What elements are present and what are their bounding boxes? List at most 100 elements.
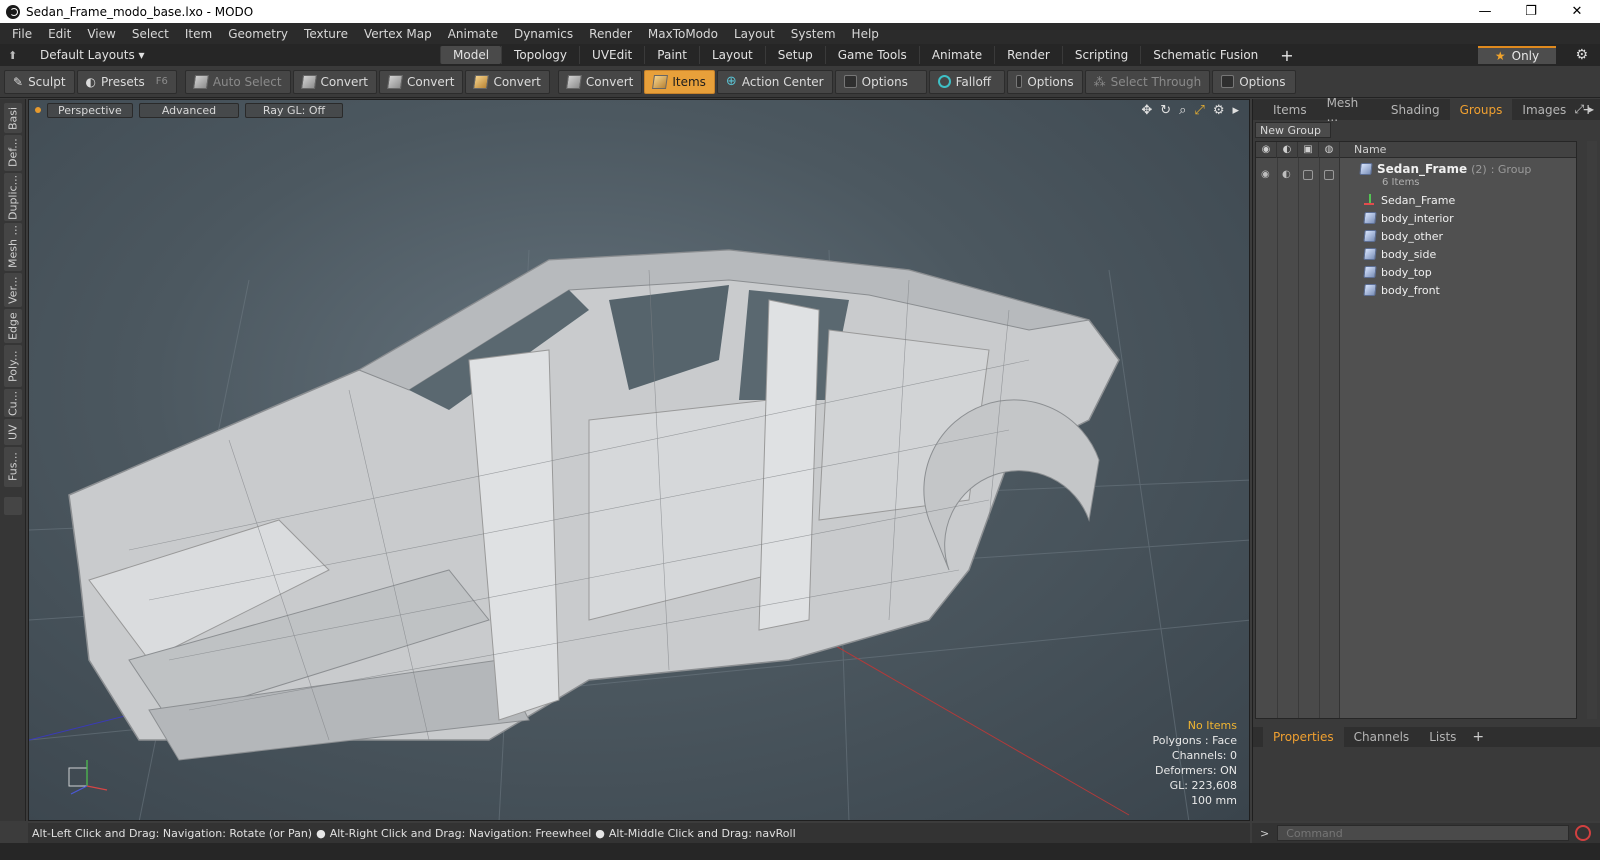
command-stop-icon[interactable] — [1575, 825, 1592, 841]
tab-mesh[interactable]: Mesh ... — [1317, 96, 1381, 124]
render-toggle-icon[interactable]: ◐ — [1282, 169, 1291, 180]
shading-dropdown[interactable]: Advanced — [139, 102, 239, 118]
viewport-gear-icon[interactable]: ⚙ — [1213, 103, 1225, 118]
convert-edges-button[interactable]: Convert — [378, 69, 464, 94]
tab-properties[interactable]: Properties — [1263, 726, 1344, 748]
menu-vertex-map[interactable]: Vertex Map — [356, 27, 440, 41]
tree-row-group[interactable]: ◉ ◐ Sedan_Frame (2) : Group 6 Items — [1256, 160, 1576, 190]
tab-scripting[interactable]: Scripting — [1061, 46, 1140, 64]
tab-setup[interactable]: Setup — [764, 46, 825, 64]
menu-edit[interactable]: Edit — [40, 27, 79, 41]
name-column-header[interactable]: Name — [1340, 143, 1386, 156]
menu-render[interactable]: Render — [581, 27, 640, 41]
menu-item[interactable]: Item — [177, 27, 220, 41]
sculpt-button[interactable]: ✎ Sculpt — [4, 69, 75, 94]
raygl-toggle[interactable]: Ray GL: Off — [245, 102, 343, 118]
menu-view[interactable]: View — [79, 27, 123, 41]
new-group-button[interactable]: New Group — [1255, 122, 1331, 138]
select-toggle[interactable] — [1324, 170, 1334, 180]
close-button[interactable]: ✕ — [1554, 0, 1600, 23]
tab-topology[interactable]: Topology — [501, 46, 579, 64]
view-mode-dropdown[interactable]: Perspective — [47, 102, 133, 118]
menu-animate[interactable]: Animate — [440, 27, 506, 41]
convert-materials-button[interactable]: Convert — [557, 69, 643, 94]
left-tab-deform[interactable]: Def... — [4, 135, 22, 171]
tab-channels[interactable]: Channels — [1344, 727, 1420, 748]
menu-dynamics[interactable]: Dynamics — [506, 27, 581, 41]
command-input[interactable] — [1277, 825, 1570, 841]
menu-select[interactable]: Select — [124, 27, 177, 41]
action-center-options-button[interactable]: Options — [834, 69, 927, 94]
tab-groups[interactable]: Groups — [1449, 99, 1513, 120]
viewport-expand-icon[interactable]: ▸ — [1232, 103, 1239, 118]
menu-maxtomodo[interactable]: MaxToModo — [640, 27, 726, 41]
menu-geometry[interactable]: Geometry — [220, 27, 296, 41]
items-mode-button[interactable]: Items — [644, 69, 715, 94]
left-tab-curve[interactable]: Cu... — [4, 389, 22, 417]
convert-polygons-button[interactable]: Convert — [465, 69, 550, 94]
lock-column-icon[interactable]: ▣ — [1298, 141, 1319, 158]
pin-icon[interactable]: ⬆ — [8, 49, 20, 62]
tab-layout[interactable]: Layout — [698, 46, 765, 64]
falloff-options-button[interactable]: Options — [1006, 69, 1083, 94]
minimize-button[interactable]: — — [1462, 0, 1508, 23]
layouts-dropdown[interactable]: ⬆ Default Layouts ▾ — [0, 48, 440, 62]
viewport-menu-dot[interactable] — [35, 107, 41, 113]
tree-row-child[interactable]: body_interior — [1256, 209, 1576, 227]
gear-icon[interactable]: ⚙ — [1575, 47, 1588, 63]
menu-file[interactable]: File — [4, 27, 40, 41]
tab-images[interactable]: Images — [1512, 99, 1576, 120]
tab-render[interactable]: Render — [994, 46, 1062, 64]
menu-help[interactable]: Help — [844, 27, 887, 41]
visibility-column-icon[interactable]: ◉ — [1256, 141, 1277, 158]
pan-icon[interactable]: ✥ — [1141, 103, 1152, 118]
tab-shading[interactable]: Shading — [1381, 99, 1450, 120]
left-tab-basic[interactable]: Basi — [4, 103, 22, 133]
tree-row-child[interactable]: Sedan_Frame — [1256, 191, 1576, 209]
tab-uvedit[interactable]: UVEdit — [579, 46, 644, 64]
presets-button[interactable]: ◐ Presets F6 — [76, 69, 177, 94]
tab-paint[interactable]: Paint — [644, 46, 699, 64]
tab-schematic-fusion[interactable]: Schematic Fusion — [1140, 46, 1270, 64]
left-tab-polygon[interactable]: Poly... — [4, 345, 22, 387]
left-tab-vertex[interactable]: Ver... — [4, 273, 22, 307]
3d-viewport[interactable]: Perspective Advanced Ray GL: Off ✥ ↻ ⌕ ⤢… — [28, 99, 1250, 821]
add-properties-tab-button[interactable]: + — [1466, 729, 1490, 745]
left-tab-uv[interactable]: UV — [4, 419, 22, 445]
only-button[interactable]: ★ Only — [1478, 46, 1556, 64]
menu-layout[interactable]: Layout — [726, 27, 783, 41]
select-column-icon[interactable]: ◍ — [1319, 141, 1340, 158]
tree-row-child[interactable]: body_side — [1256, 245, 1576, 263]
left-tab-expand[interactable] — [4, 497, 22, 515]
select-through-options-button[interactable]: Options — [1212, 69, 1297, 94]
left-tab-duplicate[interactable]: Duplic... — [4, 173, 22, 221]
action-center-button[interactable]: ⊕ Action Center — [716, 69, 833, 94]
tab-items[interactable]: Items — [1263, 99, 1317, 120]
tree-row-child[interactable]: body_front — [1256, 281, 1576, 299]
lock-toggle[interactable] — [1303, 170, 1313, 180]
options-checkbox[interactable] — [1015, 75, 1023, 88]
restore-button[interactable]: ❐ — [1508, 0, 1554, 23]
options-checkbox[interactable] — [843, 75, 857, 88]
render-column-icon[interactable]: ◐ — [1277, 141, 1298, 158]
rotate-icon[interactable]: ↻ — [1160, 103, 1171, 118]
tree-row-child[interactable]: body_other — [1256, 227, 1576, 245]
fit-icon[interactable]: ⤢ — [1194, 103, 1204, 118]
panel-expand-icon[interactable]: ⤢ ▸ — [1575, 102, 1594, 117]
tree-scrollbar[interactable] — [1587, 141, 1597, 719]
left-tab-fusion[interactable]: Fus... — [4, 447, 22, 487]
auto-select-button[interactable]: Auto Select — [184, 69, 291, 94]
zoom-icon[interactable]: ⌕ — [1179, 103, 1186, 118]
command-history-icon[interactable]: > — [1260, 827, 1269, 840]
add-tab-button[interactable]: + — [1270, 46, 1303, 65]
options-checkbox[interactable] — [1221, 75, 1235, 88]
tab-model[interactable]: Model — [440, 46, 502, 64]
tree-row-child[interactable]: body_top — [1256, 263, 1576, 281]
left-tab-edge[interactable]: Edge — [4, 309, 22, 343]
menu-texture[interactable]: Texture — [296, 27, 356, 41]
select-through-button[interactable]: ⁂ Select Through — [1084, 69, 1211, 94]
tab-lists[interactable]: Lists — [1419, 727, 1466, 748]
menu-system[interactable]: System — [783, 27, 844, 41]
convert-vertices-button[interactable]: Convert — [292, 69, 377, 94]
falloff-button[interactable]: Falloff — [928, 69, 1005, 94]
